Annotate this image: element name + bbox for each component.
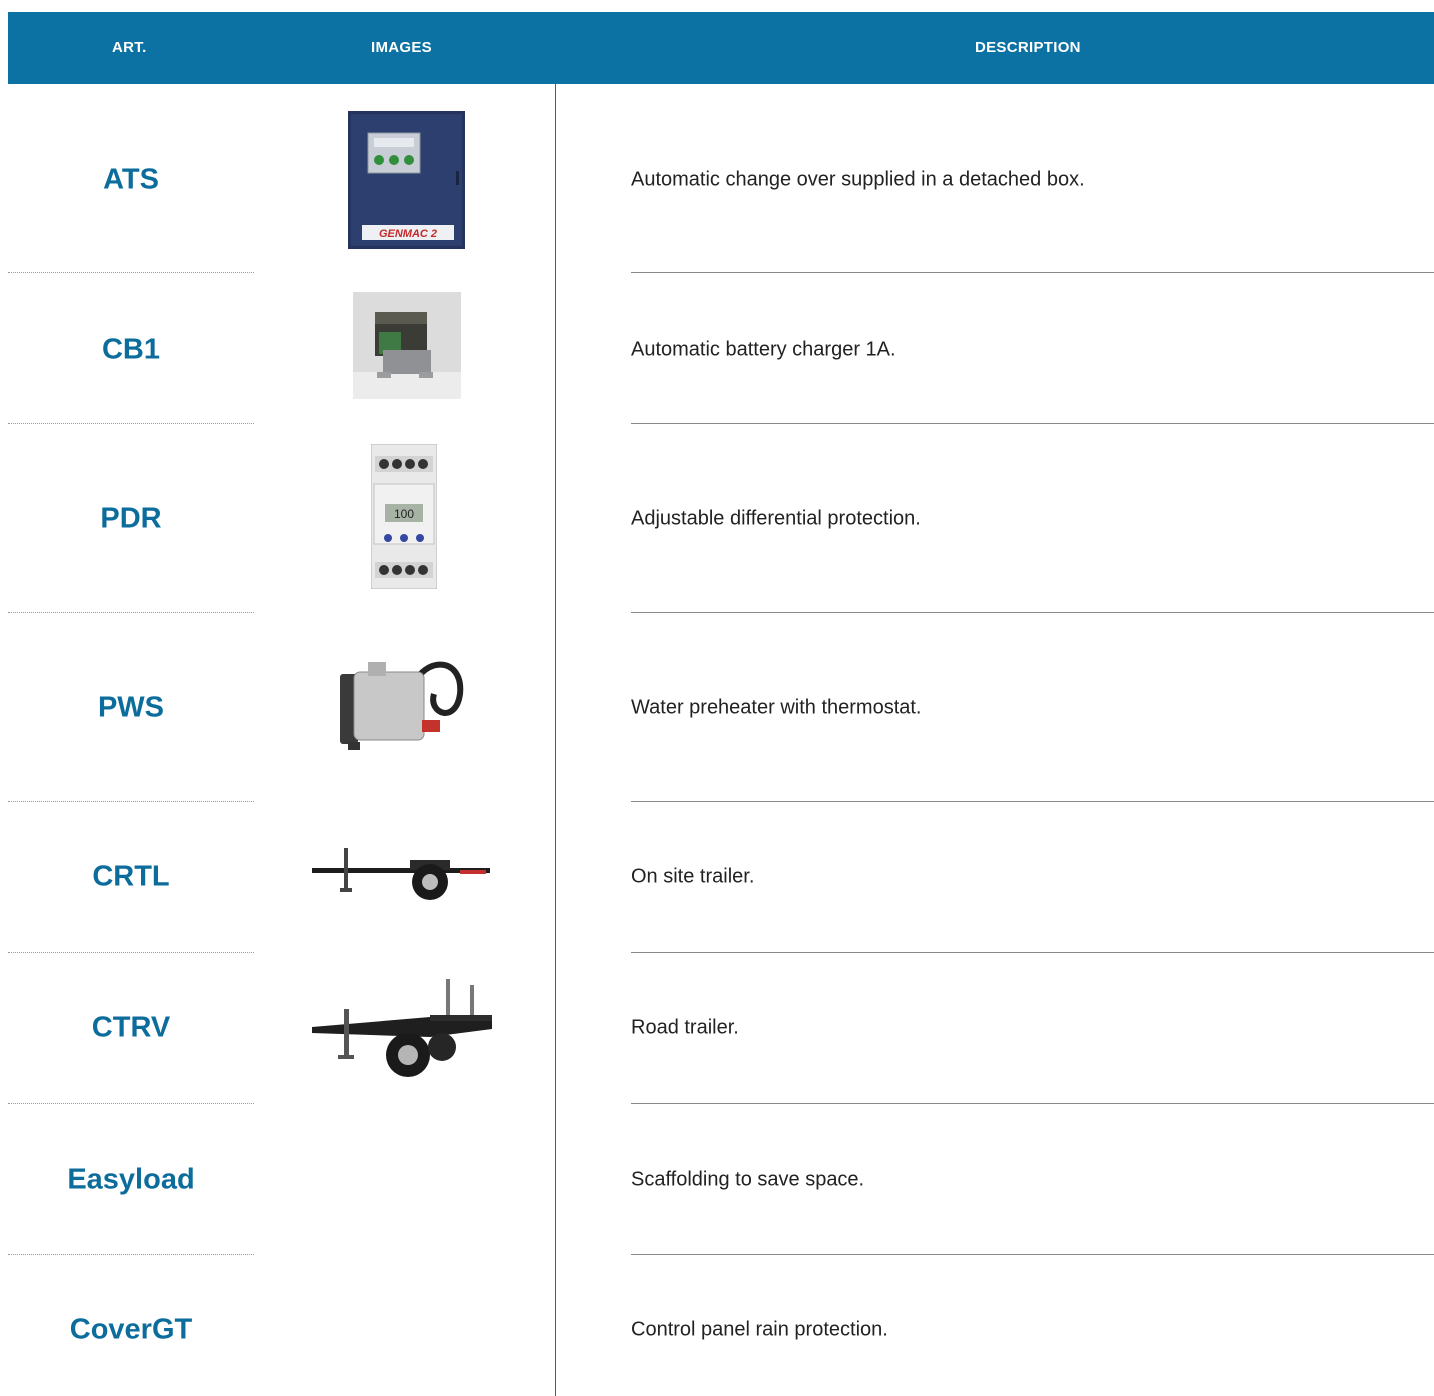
art-code: CoverGT <box>69 1313 193 1346</box>
description: Road trailer. <box>631 1016 739 1039</box>
row-separator <box>631 1103 1434 1104</box>
description: Adjustable differential protection. <box>631 507 921 530</box>
art-code: PDR <box>100 502 162 535</box>
row-separator <box>631 801 1434 802</box>
row-separator <box>8 423 254 424</box>
row-separator <box>8 1254 254 1255</box>
description: Automatic battery charger 1A. <box>631 338 896 361</box>
description: On site trailer. <box>631 865 755 888</box>
row-separator <box>8 1103 254 1104</box>
art-code: PWS <box>97 691 165 724</box>
art-code: CTRV <box>91 1011 171 1044</box>
description: Scaffolding to save space. <box>631 1168 865 1191</box>
row-separator <box>8 612 254 613</box>
row-separator <box>631 1254 1434 1255</box>
row-separator <box>8 801 254 802</box>
row-separator <box>8 952 254 953</box>
differential-relay-image: 100 <box>371 444 437 589</box>
row-separator <box>631 952 1434 953</box>
column-divider <box>555 84 556 1396</box>
row-separator <box>631 272 1434 273</box>
row-separator <box>631 612 1434 613</box>
row-separator <box>8 272 254 273</box>
art-code: CB1 <box>101 333 160 366</box>
art-code: Easyload <box>67 1163 195 1196</box>
header-images: IMAGES <box>371 39 432 56</box>
brand-logo: GENMAC 2 <box>379 228 437 240</box>
ats-box-image: GENMAC 2 <box>348 111 465 249</box>
site-trailer-image <box>310 840 492 906</box>
description: Control panel rain protection. <box>631 1318 888 1341</box>
description: Automatic change over supplied in a deta… <box>631 168 1085 191</box>
road-trailer-image <box>310 979 494 1081</box>
art-code: CRTL <box>92 860 170 893</box>
header-art: ART. <box>112 39 147 56</box>
water-preheater-image <box>338 654 464 756</box>
header-description: DESCRIPTION <box>975 39 1081 56</box>
description: Water preheater with thermostat. <box>631 696 922 719</box>
table-header: ART. IMAGES DESCRIPTION <box>8 12 1434 84</box>
battery-charger-image <box>353 292 461 399</box>
relay-display: 100 <box>394 507 414 521</box>
row-separator <box>631 423 1434 424</box>
art-code: ATS <box>103 163 159 196</box>
